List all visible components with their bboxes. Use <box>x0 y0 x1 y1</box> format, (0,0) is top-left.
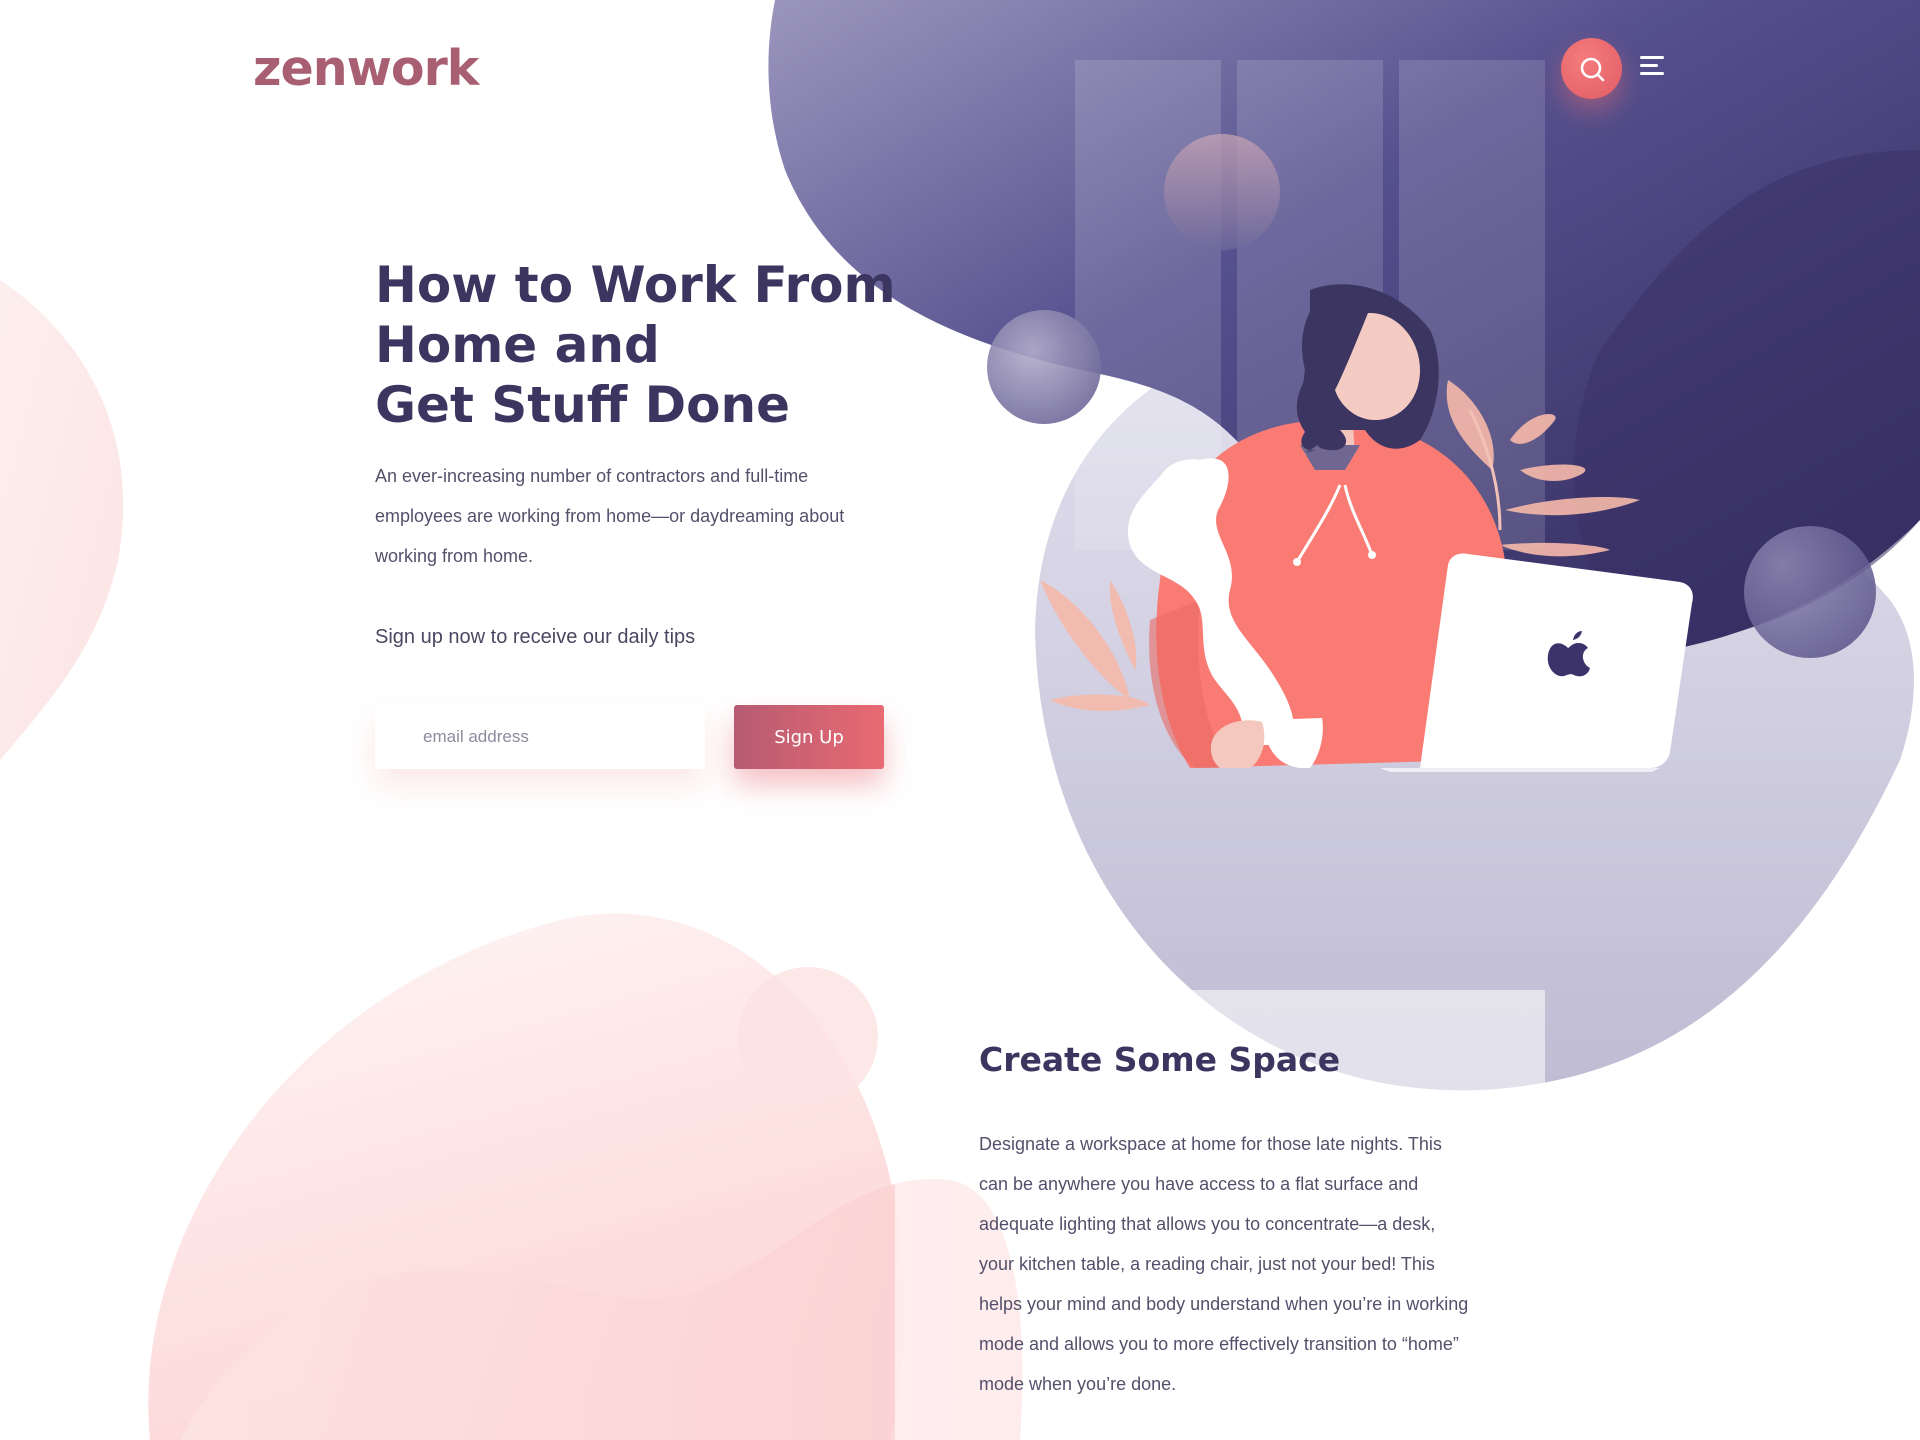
search-button[interactable] <box>1561 38 1622 99</box>
hero-title-line: Home and <box>375 316 660 374</box>
menu-line <box>1640 64 1658 67</box>
signup-prompt: Sign up now to receive our daily tips <box>375 626 696 648</box>
hero-title: How to Work From Home and Get Stuff Done <box>375 255 935 435</box>
section-title: Create Some Space <box>979 1040 1341 1079</box>
email-field[interactable] <box>375 705 705 769</box>
hero-title-line: How to Work From <box>375 256 896 314</box>
section-body: Designate a workspace at home for those … <box>979 1134 1469 1394</box>
brand-logo[interactable]: zenwork <box>253 40 479 97</box>
signup-button[interactable]: Sign Up <box>734 705 884 769</box>
menu-line <box>1640 72 1664 75</box>
hero-description: An ever-increasing number of contractors… <box>375 466 845 566</box>
hamburger-menu-icon[interactable] <box>1640 56 1668 80</box>
search-icon <box>1580 57 1604 81</box>
menu-line <box>1640 56 1664 59</box>
hero-title-line: Get Stuff Done <box>375 376 791 434</box>
